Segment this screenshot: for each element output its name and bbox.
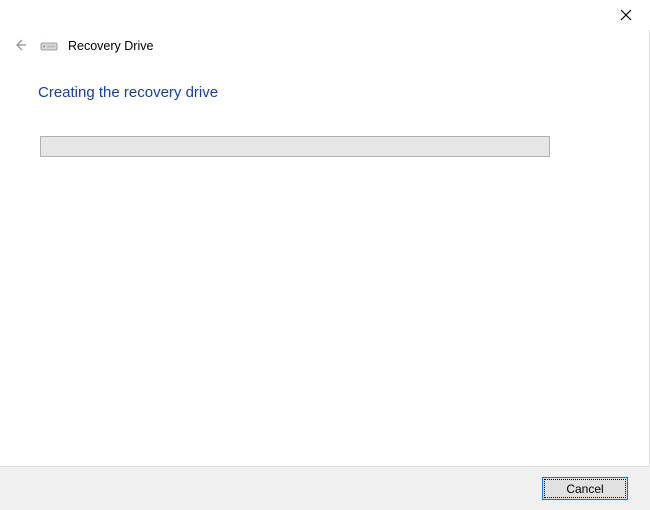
close-button[interactable] bbox=[616, 6, 636, 26]
back-arrow-icon bbox=[12, 37, 28, 56]
cancel-button[interactable]: Cancel bbox=[542, 477, 628, 500]
progress-bar bbox=[40, 136, 550, 157]
titlebar bbox=[616, 0, 650, 30]
footer: Cancel bbox=[0, 466, 650, 510]
window-title: Recovery Drive bbox=[68, 39, 153, 53]
close-icon bbox=[620, 9, 632, 24]
drive-icon bbox=[40, 40, 58, 52]
back-button[interactable] bbox=[10, 36, 30, 56]
page-heading: Creating the recovery drive bbox=[38, 84, 218, 101]
header-row: Recovery Drive bbox=[10, 36, 153, 56]
